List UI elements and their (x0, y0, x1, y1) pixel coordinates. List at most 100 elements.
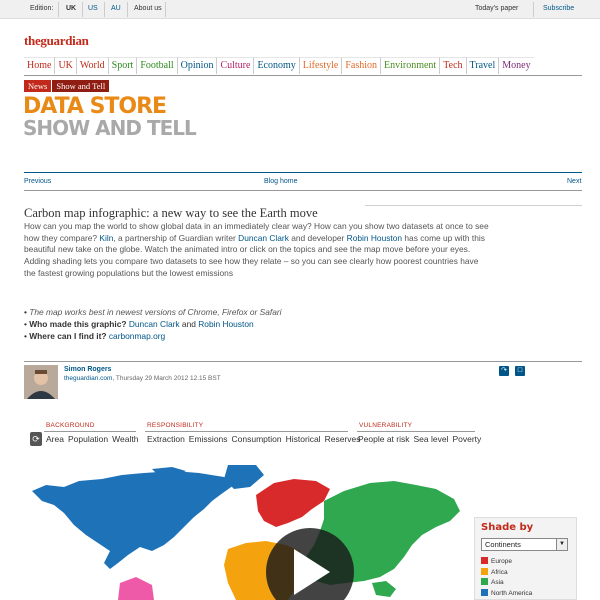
edition-uk-link[interactable]: UK (66, 5, 76, 12)
author-name-link[interactable]: Simon Rogers (64, 366, 111, 373)
todays-paper-link[interactable]: Today's paper (475, 5, 518, 12)
subscribe-link[interactable]: Subscribe (543, 5, 574, 12)
legend-label: Asia (491, 579, 504, 586)
bullet-item: • Where can I find it? carbonmap.org (24, 331, 166, 341)
north-america-shape[interactable] (32, 467, 234, 569)
option-wealth[interactable]: Wealth (110, 433, 140, 444)
who-made-label: Who made this graphic? (29, 319, 127, 329)
divider (165, 2, 166, 17)
robin-houston-credit-link[interactable]: Robin Houston (198, 319, 253, 329)
share-icon[interactable]: ↷ (499, 366, 509, 376)
nav-world[interactable]: World (75, 57, 108, 74)
option-extraction[interactable]: Extraction (145, 433, 187, 444)
legend-swatch (481, 578, 488, 585)
legend-swatch (481, 567, 488, 575)
byline-rule (24, 361, 582, 362)
responsibility-heading: RESPONSIBILITY (147, 422, 204, 429)
nav-environment[interactable]: Environment (380, 57, 440, 74)
divider (127, 2, 128, 17)
option-historical[interactable]: Historical (284, 433, 323, 444)
main-nav: Home UK World Sport Football Opinion Culture Ec… (24, 57, 534, 74)
background-options: Area Population Wealth (44, 433, 140, 444)
category-rule (145, 431, 348, 432)
edition-au-link[interactable]: AU (111, 5, 121, 12)
nav-fashion[interactable]: Fashion (341, 57, 380, 74)
article-headline: Carbon map infographic: a new way to see… (24, 206, 318, 220)
south-america-shape[interactable] (118, 577, 154, 600)
next-link[interactable]: Next (567, 178, 581, 185)
edition-us-link[interactable]: US (88, 5, 98, 12)
headline-rule (365, 205, 582, 206)
shade-by-selected: Continents (485, 540, 521, 549)
blog-home-link[interactable]: Blog home (264, 178, 297, 185)
shade-by-select[interactable]: Continents ▼ (481, 538, 568, 551)
section-title-show-and-tell[interactable]: SHOW AND TELL (23, 117, 197, 139)
intro-text: and developer (288, 232, 347, 243)
shade-by-title: Shade by (481, 522, 534, 533)
duncan-clark-credit-link[interactable]: Duncan Clark (129, 319, 180, 329)
breadcrumb: News Show and Tell (24, 80, 110, 92)
vulnerability-options: People at risk Sea level Poverty (356, 433, 483, 444)
guardian-logo[interactable]: theguardian (24, 33, 89, 49)
nav-opinion[interactable]: Opinion (176, 57, 217, 74)
kiln-link[interactable]: Kiln (99, 233, 113, 243)
intro-text: , a partnership of Guardian writer (113, 232, 239, 243)
author-photo (24, 365, 58, 399)
browser-note: The map works best in newest versions of… (29, 307, 282, 317)
publish-date: , Thursday 29 March 2012 12.15 BST (112, 375, 221, 382)
divider (58, 2, 59, 17)
edition-label: Edition: (30, 5, 54, 12)
legend-item: Asia (481, 578, 504, 586)
carbonmap-link[interactable]: carbonmap.org (109, 331, 165, 341)
source-link[interactable]: theguardian.com (64, 375, 112, 382)
background-heading: BACKGROUND (46, 422, 95, 429)
nav-uk[interactable]: UK (54, 57, 76, 74)
legend-item: North America (481, 588, 532, 597)
byline-meta: theguardian.com, Thursday 29 March 2012 … (64, 375, 221, 382)
world-map[interactable] (24, 465, 462, 600)
option-sea-level[interactable]: Sea level (412, 433, 451, 444)
where-label: Where can I find it? (29, 331, 107, 341)
nav-lifestyle[interactable]: Lifestyle (298, 57, 342, 74)
nav-sport[interactable]: Sport (107, 57, 137, 74)
option-area[interactable]: Area (44, 433, 66, 444)
bullet-item: • Who made this graphic? Duncan Clark an… (24, 319, 254, 329)
pager-top-rule (24, 172, 582, 173)
article-intro: How can you map the world to show global… (24, 221, 489, 280)
nav-culture[interactable]: Culture (216, 57, 254, 74)
edition-bar: Edition: UK US AU About us Today's paper… (0, 0, 600, 19)
responsibility-options: Extraction Emissions Consumption Histori… (145, 433, 362, 444)
article-bullets: • The map works best in newest versions … (24, 306, 489, 342)
avatar[interactable] (24, 365, 58, 399)
option-population[interactable]: Population (66, 433, 110, 444)
option-poverty[interactable]: Poverty (450, 433, 483, 444)
vulnerability-heading: VULNERABILITY (359, 422, 413, 429)
nav-economy[interactable]: Economy (253, 57, 299, 74)
previous-link[interactable]: Previous (24, 178, 51, 185)
section-title-data-store[interactable]: DATA STORE (23, 96, 167, 118)
nav-divider (24, 75, 582, 76)
robin-houston-link[interactable]: Robin Houston (347, 233, 402, 243)
chevron-down-icon[interactable]: ▼ (556, 539, 567, 550)
europe-shape[interactable] (256, 479, 330, 527)
southeast-asia-shape[interactable] (372, 581, 396, 597)
option-consumption[interactable]: Consumption (230, 433, 284, 444)
duncan-clark-link[interactable]: Duncan Clark (238, 233, 289, 243)
nav-money[interactable]: Money (498, 57, 534, 74)
divider (82, 2, 83, 17)
category-rule (357, 431, 475, 432)
nav-travel[interactable]: Travel (465, 57, 499, 74)
and-text: and (181, 319, 196, 329)
breadcrumb-show-and-tell[interactable]: Show and Tell (52, 80, 110, 92)
nav-football[interactable]: Football (136, 57, 177, 74)
nav-home[interactable]: Home (24, 57, 55, 74)
nav-tech[interactable]: Tech (439, 57, 466, 74)
option-emissions[interactable]: Emissions (187, 433, 230, 444)
replay-icon[interactable]: ⟳ (30, 432, 42, 446)
legend-swatch (481, 557, 488, 564)
breadcrumb-news[interactable]: News (24, 80, 52, 92)
print-icon[interactable]: □ (515, 366, 525, 376)
about-us-link[interactable]: About us (134, 5, 162, 12)
legend-label: Africa (491, 568, 508, 576)
option-people-at-risk[interactable]: People at risk (356, 433, 412, 444)
